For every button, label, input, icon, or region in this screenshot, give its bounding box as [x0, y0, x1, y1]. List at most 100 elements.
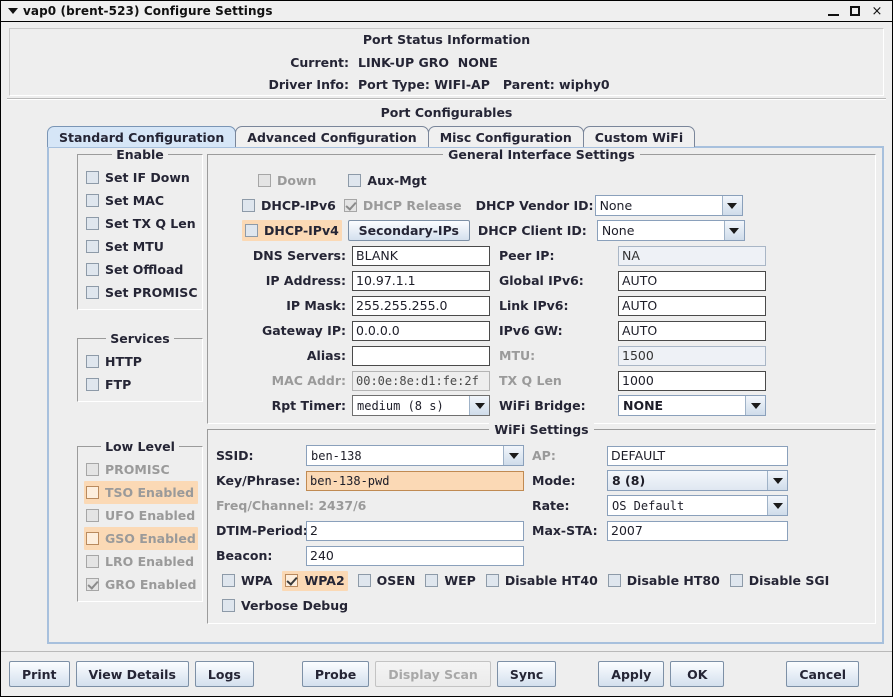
checkbox-icon[interactable]: [86, 555, 99, 568]
checkbox-promisc[interactable]: PROMISC: [84, 458, 198, 481]
checkbox-http[interactable]: HTTP: [84, 350, 198, 373]
checkbox-icon[interactable]: [425, 574, 439, 587]
checkbox-icon[interactable]: [86, 463, 99, 476]
chevron-down-icon[interactable]: [503, 446, 523, 465]
wifi-bridge-combo[interactable]: NONE: [618, 395, 766, 416]
checkbox-ufo-enabled[interactable]: UFO Enabled: [84, 504, 198, 527]
dhcp-release-checkbox-icon[interactable]: [343, 199, 357, 212]
minimize-icon[interactable]: [826, 4, 840, 18]
checkbox-disable-ht40[interactable]: Disable HT40: [484, 571, 600, 591]
checkbox-osen[interactable]: OSEN: [356, 571, 418, 591]
checkbox-icon[interactable]: [285, 574, 299, 587]
chevron-down-icon[interactable]: [767, 471, 787, 490]
freq-channel-label: Freq/Channel: 2437/6: [216, 498, 367, 513]
dhcp-ipv4-checkbox-row[interactable]: DHCP-IPv4: [242, 220, 342, 241]
chevron-down-icon[interactable]: [767, 496, 787, 515]
ip-address-input[interactable]: 10.97.1.1: [352, 270, 490, 291]
tab-custom-wifi[interactable]: Custom WiFi: [582, 126, 696, 147]
aux-mgt-checkbox-icon[interactable]: [348, 174, 362, 187]
tab-standard-configuration[interactable]: Standard Configuration: [47, 126, 237, 147]
tx-q-len-input[interactable]: 1000: [618, 370, 766, 391]
gateway-ip-input[interactable]: 0.0.0.0: [352, 320, 490, 341]
checkbox-icon[interactable]: [86, 217, 99, 230]
checkbox-wep[interactable]: WEP: [423, 571, 478, 591]
chevron-down-icon[interactable]: [469, 396, 489, 415]
checkbox-set-mtu[interactable]: Set MTU: [84, 235, 198, 258]
checkbox-icon[interactable]: [86, 355, 99, 368]
rpt-timer-combo[interactable]: medium (8 s): [352, 395, 490, 416]
dhcp-vendor-id-combo[interactable]: None: [594, 195, 743, 216]
dhcp-client-id-combo[interactable]: None: [596, 220, 745, 241]
checkbox-verbose-debug[interactable]: Verbose Debug: [220, 596, 350, 616]
ssid-combo[interactable]: ben-138: [306, 445, 524, 466]
dhcp-ipv4-checkbox-icon[interactable]: [245, 224, 258, 237]
link-ipv6-input[interactable]: AUTO: [618, 295, 766, 316]
beacon-input[interactable]: 240: [306, 545, 524, 566]
sync-button[interactable]: Sync: [496, 661, 557, 687]
maximize-icon[interactable]: [848, 4, 862, 18]
checkbox-icon[interactable]: [222, 599, 235, 612]
checkbox-set-mac[interactable]: Set MAC: [84, 189, 198, 212]
checkbox-wpa2[interactable]: WPA2: [282, 570, 348, 591]
checkbox-set-tx-q-len[interactable]: Set TX Q Len: [84, 212, 198, 235]
checkbox-icon[interactable]: [86, 378, 99, 391]
checkbox-icon[interactable]: [485, 574, 499, 587]
checkbox-icon[interactable]: [222, 574, 235, 587]
checkbox-icon[interactable]: [86, 532, 99, 545]
checkbox-set-if-down[interactable]: Set IF Down: [84, 166, 198, 189]
view-details-button[interactable]: View Details: [75, 661, 189, 687]
mtu-input[interactable]: 1500: [618, 345, 766, 366]
cancel-button[interactable]: Cancel: [786, 661, 859, 687]
checkbox-lro-enabled[interactable]: LRO Enabled: [84, 550, 198, 573]
mode-combo[interactable]: 8 (8): [607, 470, 788, 491]
apply-button[interactable]: Apply: [598, 661, 665, 687]
checkbox-label: FTP: [105, 377, 132, 392]
checkbox-icon[interactable]: [86, 286, 99, 299]
checkbox-gro-enabled[interactable]: GRO Enabled: [84, 573, 198, 596]
max-sta-input[interactable]: 2007: [607, 520, 788, 541]
checkbox-icon[interactable]: [607, 574, 621, 587]
checkbox-icon[interactable]: [86, 509, 99, 522]
checkbox-icon[interactable]: [86, 240, 99, 253]
secondary-ips-button[interactable]: Secondary-IPs: [347, 220, 470, 241]
checkbox-label: TSO Enabled: [105, 485, 195, 500]
checkbox-wpa[interactable]: WPA: [220, 571, 274, 591]
checkbox-icon[interactable]: [86, 263, 99, 276]
logs-button[interactable]: Logs: [194, 661, 254, 687]
dns-servers-input[interactable]: BLANK: [352, 245, 490, 266]
global-ipv6-input[interactable]: AUTO: [618, 270, 766, 291]
dhcp-ipv6-checkbox-icon[interactable]: [242, 199, 255, 212]
ok-button[interactable]: OK: [670, 661, 725, 687]
checkbox-icon[interactable]: [729, 574, 743, 587]
chevron-down-icon[interactable]: [745, 396, 765, 415]
checkbox-disable-ht80[interactable]: Disable HT80: [606, 571, 722, 591]
chevron-down-icon[interactable]: [723, 221, 744, 240]
ip-mask-input[interactable]: 255.255.255.0: [352, 295, 490, 316]
checkbox-icon[interactable]: [357, 574, 371, 587]
ssid-label: SSID:: [216, 448, 254, 463]
checkbox-icon[interactable]: [86, 486, 99, 499]
ap-input[interactable]: DEFAULT: [607, 445, 788, 466]
checkbox-set-promisc[interactable]: Set PROMISC: [84, 281, 198, 304]
checkbox-icon[interactable]: [86, 171, 99, 184]
alias-input[interactable]: [352, 345, 490, 366]
checkbox-disable-sgi[interactable]: Disable SGI: [728, 571, 832, 591]
rate-combo[interactable]: OS Default: [607, 495, 788, 516]
close-icon[interactable]: ×: [870, 4, 884, 18]
dtim-period-input[interactable]: 2: [306, 520, 524, 541]
print-button[interactable]: Print: [9, 661, 70, 687]
checkbox-set-offload[interactable]: Set Offload: [84, 258, 198, 281]
checkbox-icon[interactable]: [86, 194, 99, 207]
tab-advanced-configuration[interactable]: Advanced Configuration: [235, 126, 429, 147]
checkbox-ftp[interactable]: FTP: [84, 373, 198, 396]
ipv6-gw-input[interactable]: AUTO: [618, 320, 766, 341]
key-phrase-input[interactable]: ben-138-pwd: [306, 470, 524, 491]
down-checkbox-icon[interactable]: [258, 174, 271, 187]
tab-misc-configuration[interactable]: Misc Configuration: [427, 126, 584, 147]
chevron-down-icon[interactable]: [721, 196, 742, 215]
checkbox-gso-enabled[interactable]: GSO Enabled: [84, 527, 198, 550]
probe-button[interactable]: Probe: [301, 661, 370, 687]
window-menu-icon[interactable]: [7, 5, 19, 17]
checkbox-tso-enabled[interactable]: TSO Enabled: [84, 481, 198, 504]
checkbox-icon[interactable]: [86, 578, 99, 591]
